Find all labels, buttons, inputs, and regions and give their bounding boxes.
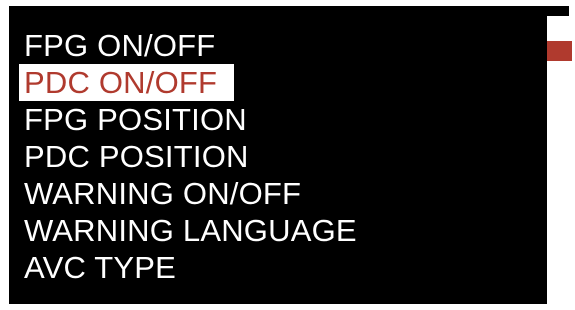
scrollbar-thumb[interactable] [547, 41, 572, 61]
menu-item-fpg-on-off[interactable]: FPG ON/OFF [19, 28, 221, 63]
menu-item-avc-type[interactable]: AVC TYPE [19, 250, 182, 285]
menu-item-warning-language[interactable]: WARNING LANGUAGE [19, 213, 363, 248]
menu-item-fpg-position[interactable]: FPG POSITION [19, 102, 253, 137]
scrollbar[interactable] [547, 16, 572, 305]
menu-item-warning-on-off[interactable]: WARNING ON/OFF [19, 176, 307, 211]
menu-screen: FPG ON/OFF PDC ON/OFF FPG POSITION PDC P… [9, 6, 572, 305]
menu-item-pdc-on-off[interactable]: PDC ON/OFF [19, 64, 235, 101]
menu-item-pdc-position[interactable]: PDC POSITION [19, 139, 255, 174]
settings-menu: FPG ON/OFF PDC ON/OFF FPG POSITION PDC P… [19, 27, 363, 286]
